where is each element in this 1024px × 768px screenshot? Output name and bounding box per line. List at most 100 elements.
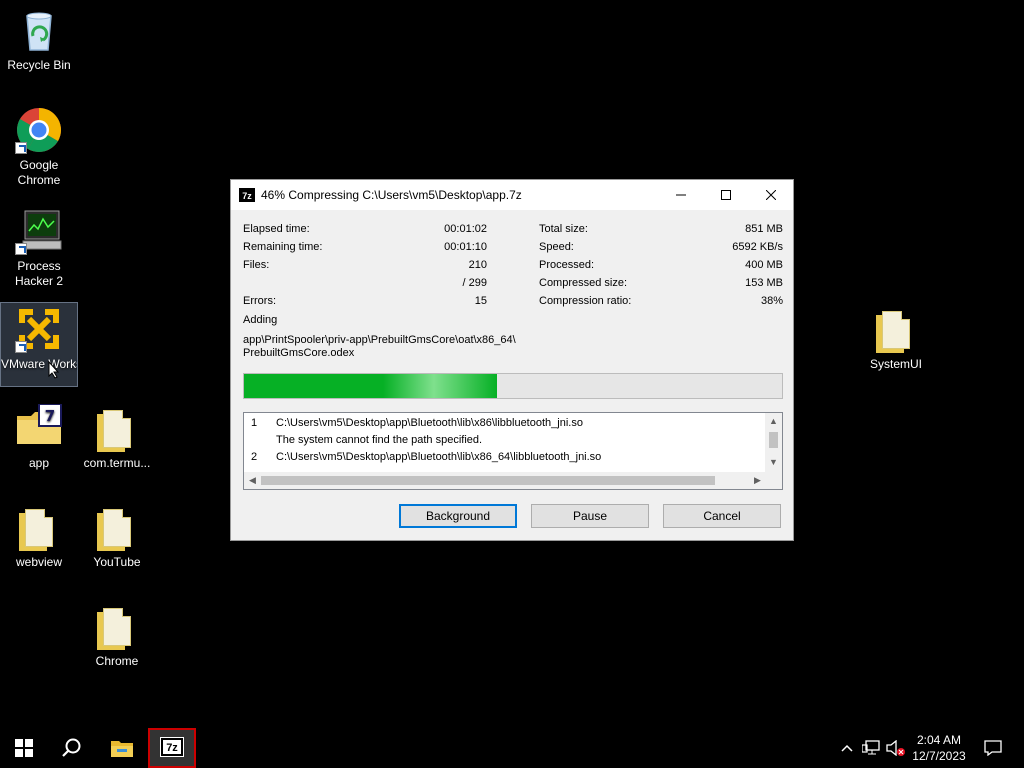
desktop: Recycle Bin Google Chrome Process Hacker…: [0, 0, 1024, 728]
background-button[interactable]: Background: [399, 504, 517, 528]
notification-icon: [984, 740, 1002, 756]
stat-label: Elapsed time:: [243, 223, 310, 235]
right-stats-panel: Total size: 851 MB Speed: 6592 KB/s Proces…: [539, 220, 783, 310]
stat-label: Compressed size:: [539, 277, 628, 289]
stat-row-files-total: / 299: [243, 274, 487, 292]
stat-row-errors: Errors: 15: [243, 292, 487, 310]
scroll-left-arrow-icon[interactable]: ◀: [244, 475, 261, 486]
stat-label: Compression ratio:: [539, 295, 632, 307]
cancel-button[interactable]: Cancel: [663, 504, 781, 528]
start-button[interactable]: [0, 728, 48, 768]
stat-label: Errors:: [243, 295, 276, 307]
desktop-icon-label: Chrome: [95, 654, 139, 668]
desktop-icon-app-archive[interactable]: 7 app: [1, 403, 77, 471]
scroll-down-arrow-icon[interactable]: ▼: [765, 457, 782, 467]
shortcut-arrow-icon: [15, 142, 27, 154]
desktop-icon-vmware[interactable]: VMware Workstati...: [0, 302, 78, 387]
clock[interactable]: 2:04 AM 12/7/2023: [908, 728, 970, 768]
dialog-titlebar[interactable]: 7z 46% Compressing C:\Users\vm5\Desktop\…: [231, 180, 793, 210]
desktop-icon-label: app: [28, 456, 50, 470]
windows-logo-icon: [15, 739, 33, 757]
stat-value: 00:01:10: [444, 241, 487, 253]
desktop-icon-recycle-bin[interactable]: Recycle Bin: [1, 6, 77, 73]
volume-tray-button[interactable]: [884, 728, 908, 768]
log-vertical-scrollbar[interactable]: ▲ ▼: [765, 413, 782, 473]
7zip-app-icon: 7z: [160, 737, 184, 757]
progress-bar: [243, 373, 783, 399]
maximize-button[interactable]: [703, 180, 748, 210]
desktop-icon-label: com.termu...: [83, 456, 151, 470]
stat-value: 153 MB: [745, 277, 783, 289]
stat-value: / 299: [462, 277, 487, 289]
desktop-icon-chrome-folder[interactable]: Chrome: [79, 602, 155, 669]
desktop-icon-google-chrome[interactable]: Google Chrome: [1, 106, 77, 188]
error-log-list[interactable]: 1 C:\Users\vm5\Desktop\app\Bluetooth\lib…: [243, 412, 783, 490]
log-line-number: 1: [251, 417, 258, 429]
stat-label: Total size:: [539, 223, 588, 235]
chevron-up-icon: [841, 744, 853, 752]
log-line-text: The system cannot find the path specifie…: [276, 434, 483, 446]
scrollbar-thumb[interactable]: [261, 476, 715, 485]
stat-row-processed: Processed: 400 MB: [539, 256, 783, 274]
adding-label: Adding: [243, 314, 278, 326]
recycle-bin-icon: [15, 6, 63, 54]
taskbar-file-explorer[interactable]: [98, 728, 146, 768]
desktop-icon-youtube-folder[interactable]: YouTube: [79, 503, 155, 570]
current-file-path-line: app\PrintSpooler\priv-app\PrebuiltGmsCor…: [243, 334, 516, 346]
maximize-icon: [720, 190, 731, 200]
stat-label: Speed:: [539, 241, 574, 253]
stat-row-elapsed: Elapsed time: 00:01:02: [243, 220, 487, 238]
progress-bar-fill: [244, 374, 497, 398]
process-hacker-icon: [15, 207, 63, 255]
shortcut-arrow-icon: [15, 341, 27, 353]
stat-label: Remaining time:: [243, 241, 323, 253]
folder-icon: [93, 503, 141, 551]
taskbar: 7z 2:04 AM 12/7/2023: [0, 728, 1024, 768]
7z-archive-icon: 7: [15, 403, 63, 452]
stat-label: [243, 274, 403, 292]
stat-label: Files:: [243, 259, 270, 271]
stat-row-remaining: Remaining time: 00:01:10: [243, 238, 487, 256]
volume-muted-icon: [886, 740, 905, 756]
stat-value: 00:01:02: [444, 223, 487, 235]
log-line-text: C:\Users\vm5\Desktop\app\Bluetooth\lib\x…: [276, 451, 602, 463]
scrollbar-thumb[interactable]: [769, 432, 778, 448]
stat-value: 210: [468, 259, 487, 271]
stat-row-speed: Speed: 6592 KB/s: [539, 238, 783, 256]
log-line-text: C:\Users\vm5\Desktop\app\Bluetooth\lib\x…: [276, 417, 583, 429]
desktop-icon-label: Recycle Bin: [7, 58, 71, 72]
stat-value: 851 MB: [745, 223, 783, 235]
scroll-right-arrow-icon[interactable]: ▶: [749, 475, 766, 486]
chrome-icon: [15, 106, 63, 154]
desktop-icon-com-termux-folder[interactable]: com.termu...: [79, 404, 155, 471]
action-center-button[interactable]: [976, 728, 1010, 768]
search-icon: [62, 738, 81, 757]
desktop-icon-process-hacker[interactable]: Process Hacker 2: [1, 207, 77, 289]
desktop-icon-systemui-folder[interactable]: SystemUI: [858, 305, 934, 372]
folder-icon: [93, 404, 141, 452]
desktop-icon-label: SystemUI: [869, 357, 922, 371]
stat-value: 400 MB: [745, 259, 783, 271]
clock-time: 2:04 AM: [916, 733, 962, 747]
network-tray-button[interactable]: [860, 728, 882, 768]
mouse-cursor-icon: [48, 361, 60, 379]
file-explorer-icon: [111, 741, 133, 757]
folder-icon: [93, 602, 141, 650]
minimize-button[interactable]: [658, 180, 703, 210]
left-stats-panel: Elapsed time: 00:01:02 Remaining time: 00:…: [243, 220, 487, 310]
desktop-icon-label: YouTube: [93, 555, 141, 569]
scroll-up-arrow-icon[interactable]: ▲: [765, 416, 782, 426]
pause-button[interactable]: Pause: [531, 504, 649, 528]
desktop-icon-webview-folder[interactable]: webview: [1, 503, 77, 570]
taskbar-7zip-active[interactable]: 7z: [148, 728, 196, 768]
stat-label: Processed:: [539, 259, 595, 271]
stat-row-total-size: Total size: 851 MB: [539, 220, 783, 238]
close-icon: [765, 190, 776, 200]
log-horizontal-scrollbar[interactable]: ◀ ▶: [244, 472, 782, 489]
show-hidden-icons-button[interactable]: [836, 728, 858, 768]
close-button[interactable]: [748, 180, 793, 210]
minimize-icon: [675, 194, 686, 196]
svg-text:7: 7: [45, 407, 55, 425]
search-button[interactable]: [48, 728, 96, 768]
current-file-path: app\PrintSpooler\priv-app\PrebuiltGmsCor…: [243, 334, 543, 360]
